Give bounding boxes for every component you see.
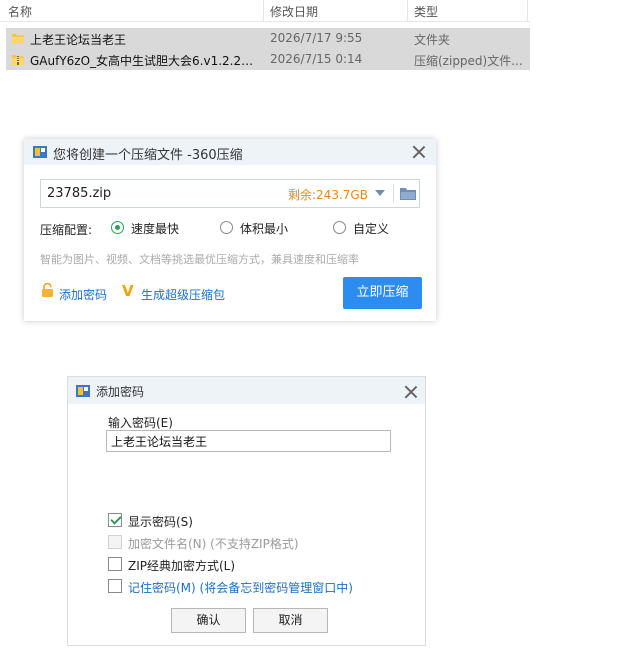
folder-icon [12, 34, 24, 44]
column-separator[interactable] [527, 0, 528, 21]
remaining-space: 剩余:243.7GB [288, 188, 368, 202]
radio-smallest[interactable] [220, 221, 233, 234]
compress-config-label: 压缩配置: [40, 223, 93, 237]
archive-path-field[interactable]: 23785.zip 剩余:243.7GB [40, 179, 420, 208]
archive-filename[interactable]: 23785.zip [47, 186, 111, 201]
password-dialog: 添加密码 输入密码(E) 上老王论坛当老王 显示密码(S) 加密文件名(N) (… [67, 376, 426, 646]
file-date: 2026/7/17 9:55 [270, 31, 363, 45]
option-smallest-label[interactable]: 体积最小 [240, 220, 288, 237]
close-icon[interactable] [411, 144, 427, 160]
compress-hint: 智能为图片、视频、文档等挑选最优压缩方式，兼具速度和压缩率 [40, 253, 359, 266]
option-custom-label[interactable]: 自定义 [353, 220, 389, 237]
radio-custom[interactable] [333, 221, 346, 234]
password-dialog-title: 添加密码 [96, 385, 145, 399]
lock-icon[interactable] [41, 283, 54, 297]
option-fastest-label[interactable]: 速度最快 [131, 220, 179, 237]
column-separator[interactable] [407, 0, 408, 21]
password-dialog-titlebar[interactable]: 添加密码 [68, 377, 425, 404]
column-header-name[interactable]: 名称 [8, 3, 32, 20]
zip-classic-encryption-checkbox[interactable] [108, 557, 122, 571]
encrypt-filename-label: 加密文件名(N) (不支持ZIP格式) [128, 537, 299, 551]
show-password-checkbox[interactable] [108, 513, 122, 527]
compress-dialog-title: 您将创建一个压缩文件 -360压缩 [53, 148, 243, 163]
file-list: 名称 修改日期 类型 上老王论坛当老王 2026/7/17 9:55 文件夹 G… [0, 0, 530, 80]
file-name: GAufY6zO_女高中生试胆大会6.v1.2.2+... [30, 54, 255, 68]
file-name: 上老王论坛当老王 [30, 33, 127, 47]
file-list-header: 名称 修改日期 类型 [0, 0, 530, 22]
cancel-button[interactable]: 取消 [253, 608, 328, 633]
360zip-app-icon [33, 146, 47, 158]
chevron-down-icon[interactable] [375, 190, 385, 196]
compress-now-button[interactable]: 立即压缩 [343, 277, 422, 309]
divider [393, 184, 394, 203]
v-badge-icon[interactable]: V [122, 282, 134, 300]
file-row-zip[interactable]: GAufY6zO_女高中生试胆大会6.v1.2.2+... 2026/7/15 … [6, 49, 530, 70]
password-input-label: 输入密码(E) [108, 416, 173, 430]
column-header-date[interactable]: 修改日期 [270, 3, 318, 20]
password-input[interactable]: 上老王论坛当老王 [106, 430, 391, 452]
radio-fastest[interactable] [111, 221, 124, 234]
folder-browse-icon[interactable] [400, 187, 416, 200]
close-icon[interactable] [403, 384, 419, 400]
file-date: 2026/7/15 0:14 [270, 52, 363, 66]
file-row-folder[interactable]: 上老王论坛当老王 2026/7/17 9:55 文件夹 [6, 28, 530, 49]
add-password-link[interactable]: 添加密码 [59, 286, 107, 303]
file-type: 压缩(zipped)文件... [414, 54, 523, 68]
column-separator[interactable] [263, 0, 264, 21]
file-type: 文件夹 [414, 33, 451, 47]
column-header-type[interactable]: 类型 [414, 3, 438, 20]
remember-password-label[interactable]: 记住密码(M) (将会备忘到密码管理窗口中) [128, 579, 353, 596]
remember-password-checkbox[interactable] [108, 579, 122, 593]
360zip-app-icon [76, 385, 90, 397]
show-password-label[interactable]: 显示密码(S) [128, 513, 193, 530]
compress-dialog: 您将创建一个压缩文件 -360压缩 23785.zip 剩余:243.7GB 压… [24, 139, 436, 321]
zip-classic-encryption-label[interactable]: ZIP经典加密方式(L) [128, 557, 235, 574]
super-package-link[interactable]: 生成超级压缩包 [141, 286, 225, 303]
password-value[interactable]: 上老王论坛当老王 [111, 433, 207, 450]
zip-folder-icon [12, 55, 24, 65]
compress-dialog-titlebar[interactable]: 您将创建一个压缩文件 -360压缩 [24, 139, 436, 165]
ok-button[interactable]: 确认 [171, 608, 246, 633]
encrypt-filename-checkbox [108, 535, 122, 549]
